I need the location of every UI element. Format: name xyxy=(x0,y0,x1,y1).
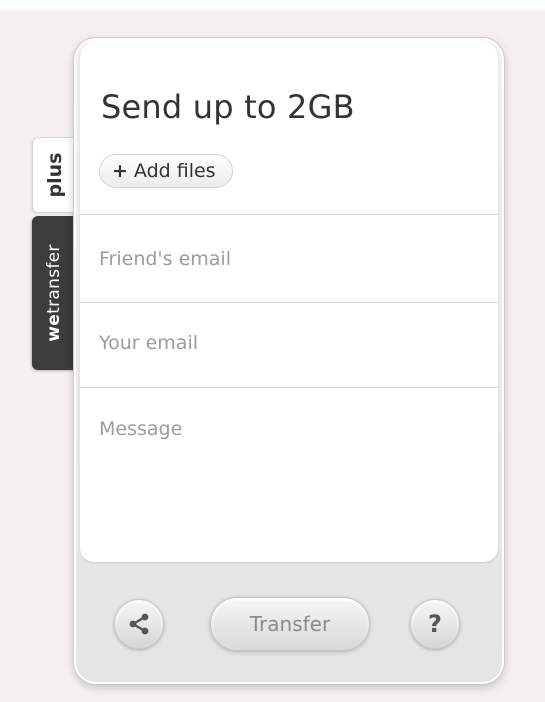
message-row xyxy=(80,387,498,562)
transfer-card: Send up to 2GB + Add files Friend's emai… xyxy=(74,38,504,684)
friends-email-row xyxy=(80,214,498,302)
transfer-button[interactable]: Transfer xyxy=(210,597,370,651)
wetransfer-logo-prefix: we xyxy=(44,313,64,342)
your-email-field[interactable] xyxy=(99,329,479,357)
message-field[interactable] xyxy=(99,418,479,538)
share-icon xyxy=(129,613,149,635)
your-email-row xyxy=(80,302,498,387)
help-icon: ? xyxy=(428,610,442,638)
page-title: Send up to 2GB xyxy=(101,88,355,126)
transfer-form-panel: Send up to 2GB + Add files xyxy=(80,40,498,562)
add-files-button[interactable]: + Add files xyxy=(99,154,233,188)
top-strip xyxy=(0,0,545,10)
plus-tab-label: plus xyxy=(43,152,66,198)
help-button[interactable]: ? xyxy=(410,599,460,649)
friends-email-field[interactable] xyxy=(99,245,479,273)
wetransfer-tab-label: wetransfer xyxy=(44,244,64,341)
page-background: plus wetransfer Send up to 2GB + Add fil… xyxy=(0,0,545,702)
wetransfer-logo-suffix: transfer xyxy=(44,244,64,314)
plus-tab[interactable]: plus xyxy=(32,137,76,213)
wetransfer-tab[interactable]: wetransfer xyxy=(32,216,76,370)
share-button[interactable] xyxy=(114,599,164,649)
add-files-label: Add files xyxy=(133,160,216,182)
plus-icon: + xyxy=(112,160,128,182)
